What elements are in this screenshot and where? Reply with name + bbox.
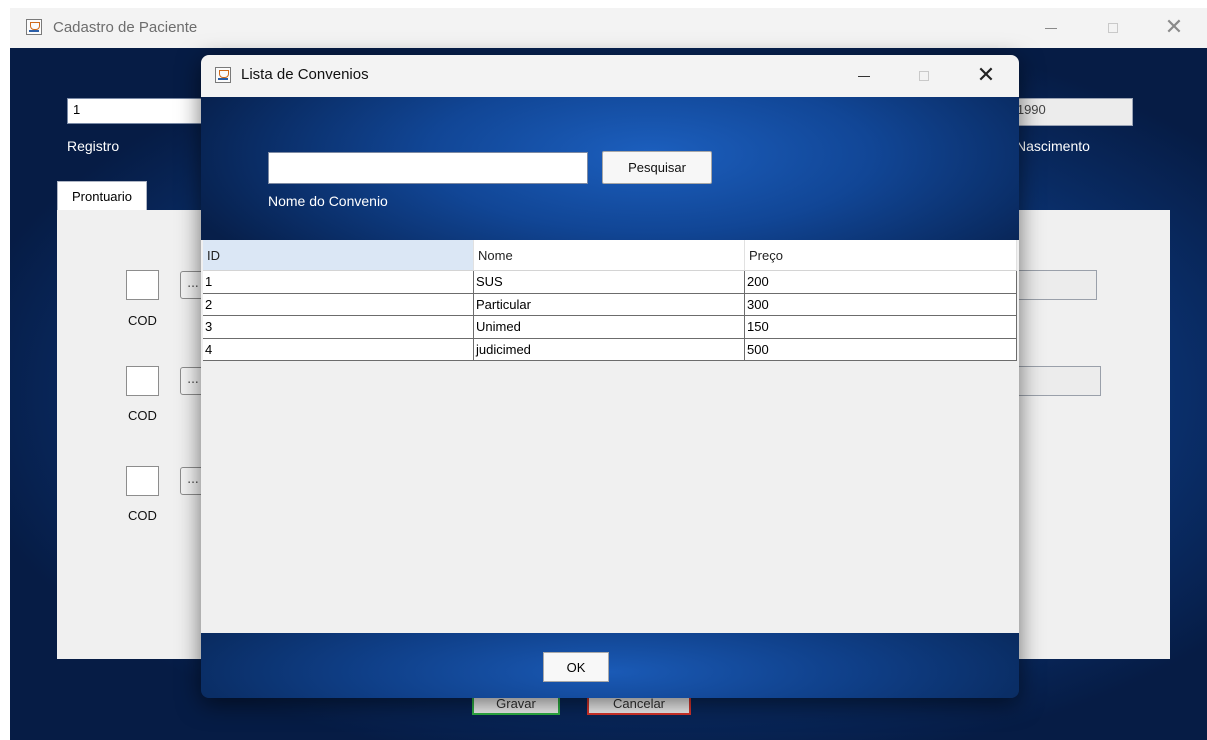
cell-id: 3 — [203, 316, 474, 338]
registro-label: Registro — [67, 138, 120, 154]
cod-label-2: COD — [128, 408, 157, 423]
cell-nome: judicimed — [474, 338, 745, 360]
table-header: ID Nome Preço — [203, 240, 1017, 271]
cod-label-3: COD — [128, 508, 157, 523]
tab-prontuario[interactable]: Prontuario — [57, 181, 147, 211]
cell-id: 1 — [203, 271, 474, 293]
cell-preco: 150 — [745, 316, 1017, 338]
cod-label-1: COD — [128, 313, 157, 328]
java-app-icon — [26, 19, 42, 35]
maximize-icon — [919, 71, 929, 81]
column-header-preco[interactable]: Preço — [745, 240, 1017, 270]
minimize-button[interactable] — [1028, 8, 1074, 48]
right-field-1[interactable] — [1017, 270, 1097, 300]
cell-preco: 300 — [745, 293, 1017, 315]
minimize-icon — [1045, 27, 1057, 29]
main-titlebar: Cadastro de Paciente ✕ — [10, 8, 1207, 48]
maximize-button[interactable] — [1090, 8, 1136, 48]
ok-button[interactable]: OK — [543, 652, 609, 682]
cod-input-1[interactable] — [126, 270, 159, 300]
convenios-table-area: ID Nome Preço 1 SUS 200 2 Particular 300… — [201, 240, 1019, 633]
convenio-search-input[interactable] — [268, 152, 588, 184]
cell-id: 4 — [203, 338, 474, 360]
java-app-icon — [215, 67, 231, 83]
cod-input-3[interactable] — [126, 466, 159, 496]
maximize-icon — [1108, 23, 1118, 33]
lista-convenios-dialog: Lista de Convenios ✕ Pesquisar Nome do C… — [201, 55, 1019, 698]
cell-nome: Particular — [474, 293, 745, 315]
cell-nome: SUS — [474, 271, 745, 293]
close-button[interactable]: ✕ — [1151, 8, 1197, 48]
cell-preco: 500 — [745, 338, 1017, 360]
dialog-close-button[interactable]: ✕ — [963, 56, 1009, 96]
close-icon: ✕ — [1164, 15, 1184, 40]
column-header-nome[interactable]: Nome — [474, 240, 745, 270]
dialog-minimize-button[interactable] — [841, 56, 887, 96]
table-row[interactable]: 3 Unimed 150 — [203, 316, 1017, 339]
nascimento-field[interactable]: 4/1990 — [1000, 98, 1133, 126]
table-row[interactable]: 2 Particular 300 — [203, 293, 1017, 316]
minimize-icon — [858, 75, 870, 77]
dialog-titlebar: Lista de Convenios ✕ — [201, 55, 1019, 97]
right-field-2[interactable] — [1017, 366, 1101, 396]
nome-convenio-label: Nome do Convenio — [268, 193, 388, 209]
pesquisar-button[interactable]: Pesquisar — [602, 151, 712, 184]
nascimento-label: Nascimento — [1016, 138, 1090, 154]
dialog-title: Lista de Convenios — [241, 66, 369, 83]
cell-nome: Unimed — [474, 316, 745, 338]
table-row[interactable]: 1 SUS 200 — [203, 271, 1017, 294]
column-header-id[interactable]: ID — [203, 240, 474, 270]
cell-preco: 200 — [745, 271, 1017, 293]
close-icon: ✕ — [976, 63, 996, 88]
convenios-table: ID Nome Preço 1 SUS 200 2 Particular 300… — [203, 240, 1017, 361]
dialog-maximize-button[interactable] — [901, 56, 947, 96]
main-window-title: Cadastro de Paciente — [53, 19, 198, 36]
table-row[interactable]: 4 judicimed 500 — [203, 338, 1017, 361]
dialog-footer: OK — [201, 633, 1019, 698]
registro-field[interactable]: 1 — [67, 98, 217, 124]
cell-id: 2 — [203, 293, 474, 315]
cod-input-2[interactable] — [126, 366, 159, 396]
